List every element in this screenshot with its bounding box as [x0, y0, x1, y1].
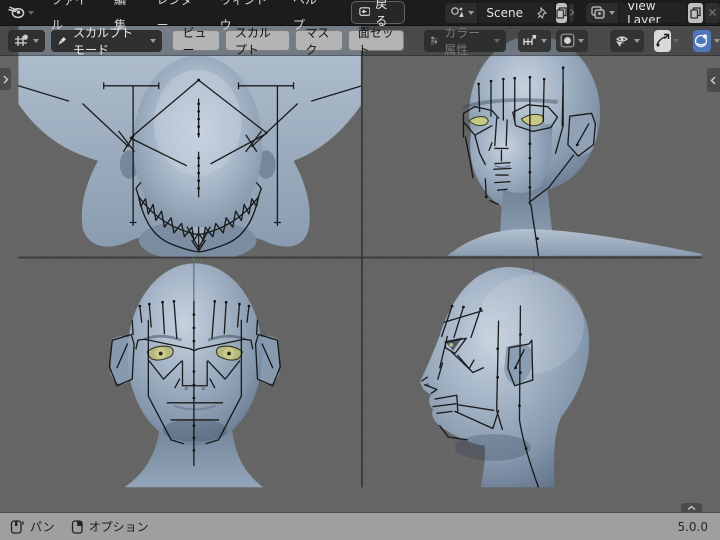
gizmo-icon: [656, 33, 670, 47]
falloff-dropdown[interactable]: [556, 29, 589, 52]
3d-viewport[interactable]: [0, 26, 720, 512]
back-button[interactable]: 戻る: [350, 0, 406, 28]
x-icon: [569, 9, 575, 16]
chevron-up-icon: [687, 505, 696, 510]
view-layer-name: View Layer: [627, 2, 661, 23]
pin-icon: [537, 6, 548, 19]
view-layer-dropdown-chevron: [609, 10, 616, 15]
object-visibility-dropdown[interactable]: [610, 29, 645, 52]
logo-dropdown-chevron: [28, 10, 34, 15]
copy-page-icon: [690, 6, 701, 19]
scene-selector[interactable]: [445, 2, 479, 23]
snap-chevron: [541, 38, 548, 43]
blender-window: { "topbar": { "menus": ["ファイル", "編集", "レ…: [0, 0, 720, 540]
gizmo-toggle[interactable]: [654, 29, 671, 52]
color-attribute-chevron: [494, 38, 501, 43]
back-button-label: 戻る: [375, 0, 388, 28]
statusbar-pan-hint: パン: [10, 518, 55, 535]
editor-type-chevron: [33, 38, 39, 43]
scene-name-field[interactable]: Scene: [478, 2, 531, 23]
snap-dropdown[interactable]: [518, 29, 552, 52]
object-visibility-icon: [616, 35, 629, 47]
falloff-circle-icon: [560, 33, 575, 48]
menu-file[interactable]: ファイル: [40, 0, 103, 38]
topbar: ファイル 編集 レンダー ウィンドウ ヘルプ 戻る Scene: [0, 0, 720, 32]
blender-logo-glyph: [8, 6, 25, 19]
x-icon: [709, 9, 717, 16]
options-label: オプション: [88, 520, 149, 534]
monitor-back-arrow-icon: [358, 7, 371, 16]
menu-help[interactable]: ヘルプ: [282, 0, 335, 38]
scene-pin-button[interactable]: [530, 2, 554, 23]
falloff-chevron: [578, 38, 585, 43]
3d-viewport-editor-icon: [15, 34, 28, 46]
copy-page-icon: [556, 6, 567, 19]
statusbar-options-hint: オプション: [71, 518, 149, 535]
menu-render[interactable]: レンダー: [146, 0, 209, 38]
color-attribute-label: カラー属性: [444, 25, 481, 57]
visibility-chevron: [634, 38, 641, 43]
quad-view-canvas[interactable]: [0, 26, 720, 512]
scene-new-button[interactable]: [555, 2, 567, 23]
scene-unlink-button[interactable]: [568, 2, 575, 23]
scene-datablock: Scene: [445, 2, 575, 23]
chevron-right-icon: [3, 75, 9, 83]
toolbar-expand-tab[interactable]: [0, 68, 11, 90]
blender-logo-icon[interactable]: [8, 6, 34, 19]
menu-edit[interactable]: 編集: [103, 0, 146, 38]
view-layer-new-button[interactable]: [688, 2, 704, 23]
shading-mode-button[interactable]: [692, 29, 711, 52]
view-layer-selector[interactable]: [586, 2, 620, 23]
sidebar-expand-tab[interactable]: [707, 68, 720, 92]
vertex-color-icon: [431, 36, 438, 45]
view-layer-datablock: View Layer: [586, 2, 720, 23]
view-layer-name-field[interactable]: View Layer: [619, 2, 687, 23]
scene-dropdown-chevron: [468, 10, 475, 15]
viewport-shading-solid-icon: [695, 34, 708, 48]
menu-face-sets[interactable]: 面セット: [347, 26, 405, 57]
mouse-middle-drag-icon: [10, 519, 24, 534]
pan-label: パン: [30, 520, 55, 534]
shading-chevron[interactable]: [713, 38, 720, 43]
mouse-right-icon: [71, 519, 83, 534]
menu-window[interactable]: ウィンドウ: [209, 0, 282, 38]
mode-chevron: [150, 38, 157, 43]
snap-increment-icon: [523, 34, 537, 45]
chevron-left-icon: [710, 76, 716, 84]
version-label: 5.0.0: [677, 519, 708, 534]
scene-icon: [451, 7, 464, 17]
asset-shelf-expand-tab[interactable]: [681, 503, 702, 512]
layers-icon: [591, 6, 605, 19]
color-attribute-dropdown[interactable]: カラー属性: [424, 26, 507, 57]
status-bar: パン オプション 5.0.0: [0, 512, 720, 540]
gizmo-chevron[interactable]: [672, 38, 679, 43]
scene-name: Scene: [486, 5, 523, 20]
view-layer-remove-button[interactable]: [705, 2, 720, 23]
